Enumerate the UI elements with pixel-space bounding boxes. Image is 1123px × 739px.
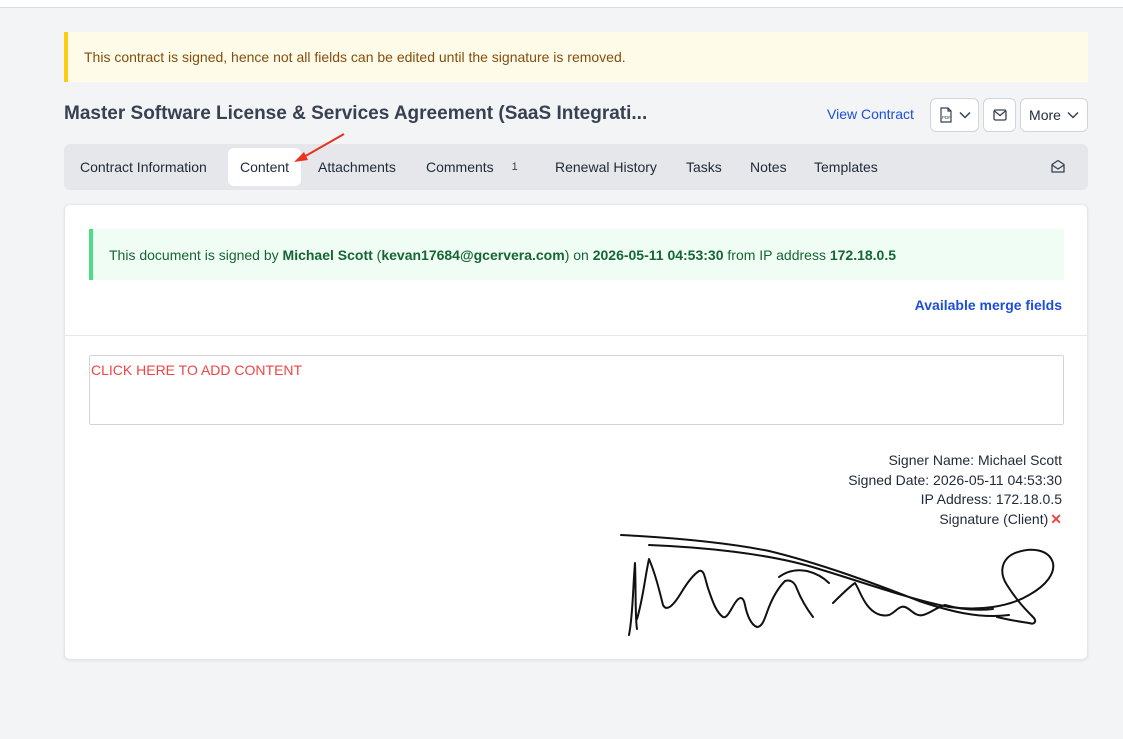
handwritten-signature <box>620 534 1055 636</box>
svg-text:PDF: PDF <box>942 115 951 120</box>
signed-ip: 172.18.0.5 <box>829 246 897 263</box>
tab-label: Templates <box>814 159 878 175</box>
content-card: This document is signed by Michael Scott… <box>64 204 1088 660</box>
tab-templates[interactable]: Templates <box>814 148 878 186</box>
signed-date-line: Signed Date: 2026-05-11 04:53:30 <box>848 471 1062 488</box>
content-editor[interactable]: CLICK HERE TO ADD CONTENT <box>89 355 1064 425</box>
signature-label: Signature (Client) <box>939 510 1049 527</box>
chevron-down-icon <box>958 111 971 119</box>
tab-label: Content <box>240 159 290 175</box>
signed-warning-text: This contract is signed, hence not all f… <box>84 49 626 65</box>
mail-open-icon[interactable] <box>1050 158 1066 174</box>
tab-contract-information[interactable]: Contract Information <box>80 148 207 186</box>
available-merge-fields-link[interactable]: Available merge fields <box>915 297 1062 313</box>
tab-label: Tasks <box>686 159 722 175</box>
add-content-placeholder[interactable]: CLICK HERE TO ADD CONTENT <box>91 362 302 378</box>
page-title: Master Software License & Services Agree… <box>64 103 648 124</box>
signed-from-text: from IP address <box>727 246 826 263</box>
ip-address-line: IP Address: 172.18.0.5 <box>920 491 1062 507</box>
more-menu-button[interactable]: More <box>1020 98 1088 132</box>
tab-tasks[interactable]: Tasks <box>686 148 722 186</box>
tab-label: Renewal History <box>555 159 657 175</box>
tab-notes[interactable]: Notes <box>750 148 787 186</box>
tab-label: Notes <box>750 159 787 175</box>
signed-date: 2026-05-11 04:53:30 <box>592 246 724 263</box>
top-bar <box>0 0 1123 8</box>
signed-on-text: on <box>573 246 589 263</box>
pdf-file-icon: PDF <box>939 107 952 123</box>
signer-name-line: Signer Name: Michael Scott <box>888 452 1062 468</box>
signed-status-alert: This document is signed by Michael Scott… <box>89 229 1064 280</box>
comments-count-badge: 1 <box>503 157 526 177</box>
signer-name: Michael Scott <box>282 246 373 263</box>
view-contract-link[interactable]: View Contract <box>827 106 914 122</box>
signed-warning-alert: This contract is signed, hence not all f… <box>64 32 1088 82</box>
mail-icon <box>992 109 1007 121</box>
pdf-download-button[interactable]: PDF <box>930 98 979 132</box>
signed-prefix: This document is signed by <box>109 246 279 263</box>
more-label: More <box>1029 107 1061 123</box>
signer-email: kevan17684@gcervera.com <box>381 246 565 263</box>
annotation-arrow-icon <box>294 133 345 162</box>
tab-comments[interactable]: Comments 1 <box>426 148 526 186</box>
tab-label: Contract Information <box>80 159 207 175</box>
tab-label: Comments <box>426 159 494 175</box>
email-button[interactable] <box>983 98 1016 132</box>
signature-details: Signer Name: Michael Scott Signed Date: … <box>848 451 1062 529</box>
tab-bar: Contract Information Content Attachments… <box>64 144 1088 190</box>
chevron-down-icon <box>1067 111 1079 119</box>
signature-label-line: Signature (Client) ✕ <box>848 510 1062 530</box>
remove-signature-icon[interactable]: ✕ <box>1050 511 1062 527</box>
tab-renewal-history[interactable]: Renewal History <box>555 148 657 186</box>
divider <box>65 335 1087 336</box>
